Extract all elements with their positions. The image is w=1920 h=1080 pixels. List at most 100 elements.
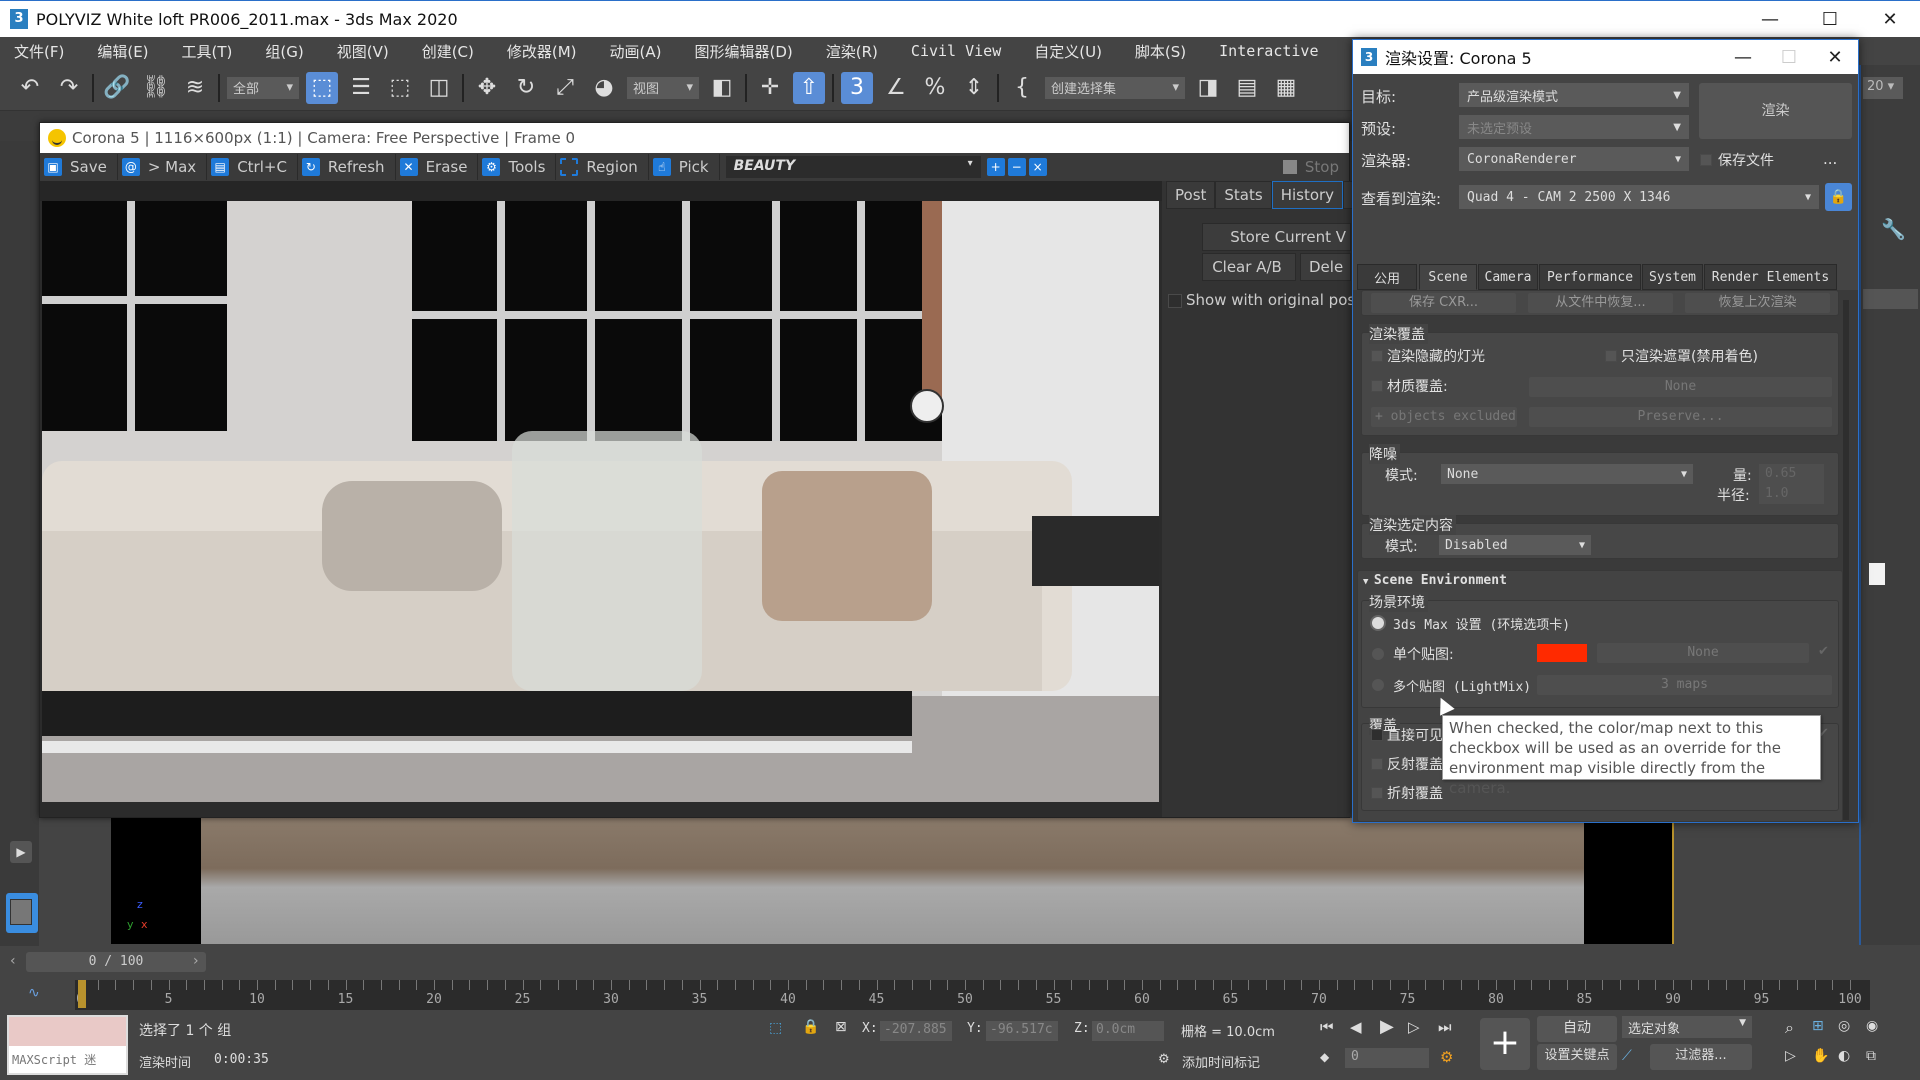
redo-icon[interactable]: ↷ bbox=[53, 72, 85, 104]
utilities-icon[interactable]: 🔧 bbox=[1881, 217, 1906, 241]
menu-civil-view[interactable]: Civil View bbox=[897, 42, 1020, 60]
tab-scene[interactable]: Scene bbox=[1419, 264, 1477, 290]
dialog-close-button[interactable]: ✕ bbox=[1812, 40, 1858, 74]
checkmark-icon[interactable]: ✔ bbox=[1818, 644, 1829, 659]
menu-rendering[interactable]: 渲染(R) bbox=[812, 41, 897, 62]
material-override-slot[interactable]: None bbox=[1529, 377, 1832, 397]
zoom-extents-icon[interactable]: ◎ bbox=[1838, 1018, 1850, 1034]
select-by-name-icon[interactable]: ☰ bbox=[345, 72, 377, 104]
denoise-radius-spinner[interactable]: 1.0 bbox=[1759, 484, 1824, 504]
rotate-icon[interactable]: ↻ bbox=[510, 72, 542, 104]
zoom-out-icon[interactable]: − bbox=[1007, 158, 1026, 176]
mirror-icon[interactable]: ◨ bbox=[1192, 72, 1224, 104]
render-channel-dropdown[interactable]: BEAUTY ▾ bbox=[725, 156, 981, 178]
vfb-refresh-button[interactable]: ↻ Refresh bbox=[298, 154, 396, 180]
scene-environment-rollout-title[interactable]: ▼ Scene Environment bbox=[1363, 573, 1507, 588]
lock-icon[interactable]: 🔒 bbox=[1825, 183, 1852, 211]
menu-scripting[interactable]: 脚本(S) bbox=[1121, 41, 1205, 62]
edit-named-selection-icon[interactable]: { bbox=[1006, 72, 1038, 104]
preset-dropdown[interactable]: 未选定预设 ▼ bbox=[1459, 115, 1689, 139]
clear-ab-button[interactable]: Clear A/B bbox=[1202, 253, 1296, 281]
time-slider-next-button[interactable]: › bbox=[193, 953, 199, 969]
vfb-tab-post[interactable]: Post bbox=[1166, 181, 1216, 209]
absolute-mode-icon[interactable]: ⊠ bbox=[835, 1019, 847, 1035]
menu-edit[interactable]: 编辑(E) bbox=[83, 41, 167, 62]
maximize-viewport-icon[interactable]: ⧉ bbox=[1866, 1048, 1876, 1064]
selection-filter-dropdown[interactable]: 全部 ▾ bbox=[227, 76, 299, 99]
render-button[interactable]: 渲染 bbox=[1699, 83, 1852, 139]
zoom-all-icon[interactable]: ⊞ bbox=[1812, 1018, 1824, 1034]
go-to-end-icon[interactable]: ⏭ bbox=[1438, 1018, 1452, 1036]
select-manipulate-icon[interactable]: ✛ bbox=[754, 72, 786, 104]
menu-create[interactable]: 创建(C) bbox=[408, 41, 493, 62]
menu-graph-editors[interactable]: 图形编辑器(D) bbox=[681, 41, 812, 62]
vfb-save-button[interactable]: ▣ Save bbox=[40, 154, 118, 180]
menu-interactive[interactable]: Interactive bbox=[1205, 42, 1337, 60]
save-file-browse-button[interactable]: ... bbox=[1823, 150, 1837, 168]
key-filters-button[interactable]: 过滤器... bbox=[1650, 1044, 1752, 1070]
isolate-selection-icon[interactable]: ⬚ bbox=[769, 1020, 782, 1036]
minimize-button[interactable]: — bbox=[1740, 1, 1800, 38]
time-slider-handle[interactable]: 0 / 100 bbox=[26, 952, 206, 972]
menu-tools[interactable]: 工具(T) bbox=[168, 41, 252, 62]
add-time-tag-icon[interactable]: ⚙ bbox=[1158, 1052, 1170, 1067]
menu-customize[interactable]: 自定义(U) bbox=[1020, 41, 1121, 62]
key-filter-dropdown[interactable]: 选定对象 ▼ bbox=[1622, 1016, 1752, 1038]
renderer-dropdown[interactable]: CoronaRenderer ▼ bbox=[1459, 147, 1689, 171]
reference-coord-dropdown[interactable]: 视图 ▾ bbox=[627, 76, 699, 99]
placement-icon[interactable]: ◕ bbox=[588, 72, 620, 104]
zoom-in-icon[interactable]: + bbox=[986, 158, 1005, 176]
maxscript-listener[interactable]: MAXScript 迷 bbox=[7, 1015, 128, 1075]
window-crossing-icon[interactable]: ◫ bbox=[423, 72, 455, 104]
key-tangent-icon[interactable]: ⟋ bbox=[1622, 1048, 1632, 1064]
save-file-checkbox[interactable] bbox=[1700, 154, 1712, 166]
time-slider-prev-button[interactable]: ‹ bbox=[10, 953, 16, 969]
zoom-reset-icon[interactable]: × bbox=[1028, 158, 1047, 176]
percent-snap-icon[interactable]: % bbox=[919, 72, 951, 104]
denoise-amount-spinner[interactable]: 0.65 bbox=[1759, 464, 1824, 484]
save-cxr-button[interactable]: 保存 CXR... bbox=[1371, 293, 1516, 313]
single-map-color-swatch[interactable] bbox=[1537, 644, 1587, 662]
close-button[interactable]: ✕ bbox=[1860, 1, 1920, 38]
time-configuration-icon[interactable]: ⚙ bbox=[1440, 1048, 1453, 1066]
single-map-slot[interactable]: None bbox=[1597, 643, 1809, 663]
vfb-tools-button[interactable]: ⚙ Tools bbox=[478, 154, 557, 180]
menu-file[interactable]: 文件(F) bbox=[0, 41, 83, 62]
render-hidden-lights-checkbox[interactable] bbox=[1371, 350, 1383, 362]
key-mode-toggle-icon[interactable]: ◆ bbox=[1320, 1050, 1329, 1064]
current-frame-spinner[interactable]: 0 bbox=[1345, 1048, 1429, 1068]
delete-button[interactable]: Dele bbox=[1300, 253, 1351, 281]
vfb-tab-history[interactable]: History bbox=[1271, 181, 1344, 209]
pivot-center-icon[interactable]: ◧ bbox=[706, 72, 738, 104]
pan-hand-icon[interactable]: ✋ bbox=[1812, 1048, 1829, 1064]
angle-snap-icon[interactable]: ∠ bbox=[880, 72, 912, 104]
menu-views[interactable]: 视图(V) bbox=[323, 41, 408, 62]
align-icon[interactable]: ▤ bbox=[1231, 72, 1263, 104]
workspace-dropdown[interactable]: 20 ▾ bbox=[1863, 77, 1903, 99]
render-selected-mode-dropdown[interactable]: Disabled ▼ bbox=[1439, 535, 1591, 555]
tab-camera[interactable]: Camera bbox=[1478, 264, 1538, 290]
current-frame-marker[interactable] bbox=[78, 980, 86, 1008]
resume-last-render-button[interactable]: 恢复上次渲染 bbox=[1685, 293, 1830, 313]
orbit-icon[interactable]: ◐ bbox=[1838, 1048, 1850, 1064]
refraction-override-checkbox[interactable] bbox=[1371, 787, 1383, 799]
tab-render-elements[interactable]: Render Elements bbox=[1704, 264, 1837, 290]
tab-common[interactable]: 公用 bbox=[1357, 264, 1417, 290]
curve-editor-icon[interactable]: ∿ bbox=[28, 985, 40, 1001]
keyboard-shortcut-override-icon[interactable]: ⇧ bbox=[793, 71, 825, 104]
radio-single-map[interactable] bbox=[1372, 648, 1384, 660]
vfb-stop-button[interactable]: Stop bbox=[1282, 158, 1339, 176]
go-to-start-icon[interactable]: ⏮ bbox=[1320, 1018, 1334, 1036]
scale-icon[interactable]: ⤢ bbox=[549, 72, 581, 104]
maximize-button[interactable]: ☐ bbox=[1800, 1, 1860, 38]
vfb-pick-button[interactable]: ☝ Pick bbox=[649, 154, 720, 180]
reflection-override-checkbox[interactable] bbox=[1371, 758, 1383, 770]
next-frame-icon[interactable]: ▷ bbox=[1408, 1018, 1420, 1036]
store-current-button[interactable]: Store Current V bbox=[1202, 223, 1351, 251]
track-bar[interactable]: 0510152025303540455055606570758085909510… bbox=[75, 980, 1870, 1010]
maxscript-input[interactable]: MAXScript 迷 bbox=[9, 1046, 126, 1073]
toggle-scene-explorer-icon[interactable]: ▦ bbox=[1270, 72, 1302, 104]
menu-animation[interactable]: 动画(A) bbox=[596, 41, 681, 62]
show-original-checkbox[interactable] bbox=[1168, 294, 1182, 308]
dialog-minimize-button[interactable]: — bbox=[1720, 40, 1766, 74]
